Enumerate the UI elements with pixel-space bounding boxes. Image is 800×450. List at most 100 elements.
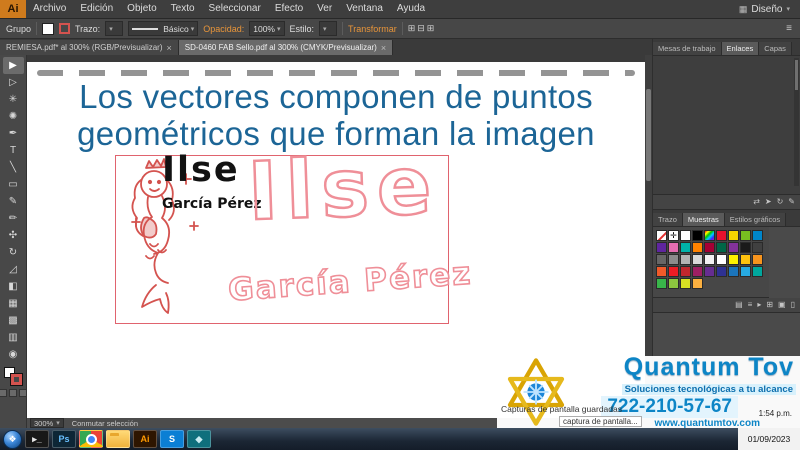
color-swatch[interactable]: [668, 266, 679, 277]
swatch-libraries-icon[interactable]: ▤: [735, 300, 743, 310]
update-link-icon[interactable]: ↻: [777, 197, 784, 207]
control-panel-menu-icon[interactable]: ≡: [786, 23, 794, 34]
vector-surname-outline[interactable]: García Pérez: [226, 255, 474, 310]
canvas-heading[interactable]: Los vectores componen de puntos geométri…: [27, 78, 645, 152]
color-swatch[interactable]: [668, 242, 679, 253]
eyedropper-tool[interactable]: ◉: [3, 346, 24, 363]
color-swatch[interactable]: [716, 266, 727, 277]
scrollbar-thumb[interactable]: [646, 89, 651, 181]
chrome-icon[interactable]: [79, 430, 103, 448]
magic-wand-tool[interactable]: ✳: [3, 91, 24, 108]
color-swatch[interactable]: [656, 242, 667, 253]
selection-tool[interactable]: ▶: [2, 57, 24, 74]
menu-ventana[interactable]: Ventana: [339, 0, 390, 18]
color-swatch[interactable]: [704, 242, 715, 253]
color-swatch[interactable]: [740, 266, 751, 277]
menu-seleccionar[interactable]: Seleccionar: [202, 0, 268, 18]
draw-normal-icon[interactable]: [0, 389, 7, 397]
type-tool[interactable]: T: [3, 142, 24, 159]
menu-edición[interactable]: Edición: [73, 0, 120, 18]
opacity-dropdown[interactable]: 100% ▾: [249, 21, 285, 36]
document-tab[interactable]: SD-0460 FAB Sello.pdf al 300% (CMYK/Prev…: [178, 40, 394, 55]
links-scrollbar[interactable]: [794, 58, 799, 186]
line-segment-tool[interactable]: ╲: [3, 159, 24, 176]
swatch-options-icon[interactable]: ▸: [757, 300, 761, 310]
file-explorer-icon[interactable]: [106, 430, 130, 448]
menu-ayuda[interactable]: Ayuda: [390, 0, 432, 18]
color-swatch[interactable]: [716, 230, 727, 241]
new-swatch-group-icon[interactable]: ⊞: [766, 300, 773, 310]
color-swatch[interactable]: ✛: [668, 230, 679, 241]
draw-mode-buttons[interactable]: [0, 389, 27, 397]
color-swatch[interactable]: [656, 278, 667, 289]
color-swatch[interactable]: [680, 242, 691, 253]
color-swatch[interactable]: [740, 242, 751, 253]
transform-link[interactable]: Transformar: [348, 24, 397, 34]
menu-efecto[interactable]: Efecto: [268, 0, 310, 18]
brush-dropdown[interactable]: Básico ▾: [128, 21, 199, 36]
menu-ver[interactable]: Ver: [310, 0, 339, 18]
edit-original-icon[interactable]: ✎: [788, 197, 795, 207]
photoshop-icon[interactable]: Ps: [52, 430, 76, 448]
swatch-kinds-icon[interactable]: ≡: [748, 300, 753, 310]
color-swatch[interactable]: [716, 242, 727, 253]
zoom-level[interactable]: 300% ▾: [30, 418, 64, 428]
color-swatch[interactable]: [752, 254, 763, 265]
vector-name-outline[interactable]: Ilse: [245, 137, 442, 239]
close-tab-icon[interactable]: ×: [167, 43, 172, 53]
panel-tab-estilos-gráficos[interactable]: Estilos gráficos: [724, 213, 787, 226]
color-swatch[interactable]: [692, 254, 703, 265]
color-swatch[interactable]: [704, 254, 715, 265]
scale-tool[interactable]: ◿: [3, 261, 24, 278]
color-swatch[interactable]: [656, 230, 667, 241]
color-swatch[interactable]: [692, 230, 703, 241]
raster-name-text[interactable]: Ilse: [162, 150, 240, 190]
color-swatch[interactable]: [692, 266, 703, 277]
media-app-icon[interactable]: ◆: [187, 430, 211, 448]
color-swatch[interactable]: [704, 230, 715, 241]
color-swatch[interactable]: [752, 242, 763, 253]
style-dropdown[interactable]: ▾: [319, 21, 338, 36]
heading-line1[interactable]: Los vectores componen de puntos: [27, 78, 645, 115]
lasso-tool[interactable]: ✺: [3, 108, 24, 125]
relink-icon[interactable]: ⇄: [753, 197, 760, 207]
color-swatch[interactable]: [680, 230, 691, 241]
color-swatch[interactable]: [668, 278, 679, 289]
paintbrush-tool[interactable]: ✎: [3, 193, 24, 210]
skype-icon[interactable]: S: [160, 430, 184, 448]
links-panel-body[interactable]: [653, 56, 800, 195]
color-swatch[interactable]: [728, 266, 739, 277]
pencil-tool[interactable]: ✏: [3, 210, 24, 227]
rotate-tool[interactable]: ↻: [3, 244, 24, 261]
color-swatch[interactable]: [692, 242, 703, 253]
menu-archivo[interactable]: Archivo: [26, 0, 73, 18]
panel-tab-mesas-de-trabajo[interactable]: Mesas de trabajo: [653, 42, 722, 55]
color-swatch[interactable]: [716, 254, 727, 265]
panel-tab-trazo[interactable]: Trazo: [653, 213, 683, 226]
panel-tab-enlaces[interactable]: Enlaces: [721, 42, 760, 55]
document-tab[interactable]: REMIESA.pdf* al 300% (RGB/Previsualizar)…: [0, 40, 179, 55]
align-icons[interactable]: ⊞⊟⊞: [408, 23, 437, 34]
color-swatch[interactable]: [728, 230, 739, 241]
fill-stroke-indicator[interactable]: [4, 367, 23, 386]
selection-bounding-box[interactable]: Ilse García Pérez Ilse García Pérez: [115, 137, 474, 324]
color-swatch[interactable]: [680, 266, 691, 277]
menu-texto[interactable]: Texto: [164, 0, 202, 18]
delete-swatch-icon[interactable]: ▯: [791, 300, 795, 310]
color-swatch[interactable]: [680, 254, 691, 265]
shape-builder-tool[interactable]: ◧: [3, 278, 24, 295]
raster-surname-text[interactable]: García Pérez: [162, 196, 262, 212]
rectangle-tool[interactable]: ▭: [3, 176, 24, 193]
color-swatch[interactable]: [692, 278, 703, 289]
color-swatch[interactable]: [668, 254, 679, 265]
width-tool[interactable]: ✣: [3, 227, 24, 244]
color-swatch[interactable]: [680, 278, 691, 289]
go-to-link-icon[interactable]: ➤: [765, 197, 772, 207]
draw-behind-icon[interactable]: [9, 389, 17, 397]
workspace-switcher[interactable]: Diseño: [751, 4, 782, 15]
color-swatch[interactable]: [740, 254, 751, 265]
color-swatch[interactable]: [752, 266, 763, 277]
direct-selection-tool[interactable]: ▷: [3, 74, 24, 91]
taskbar-clock[interactable]: 01/09/2023: [738, 428, 800, 450]
color-swatch[interactable]: [728, 242, 739, 253]
